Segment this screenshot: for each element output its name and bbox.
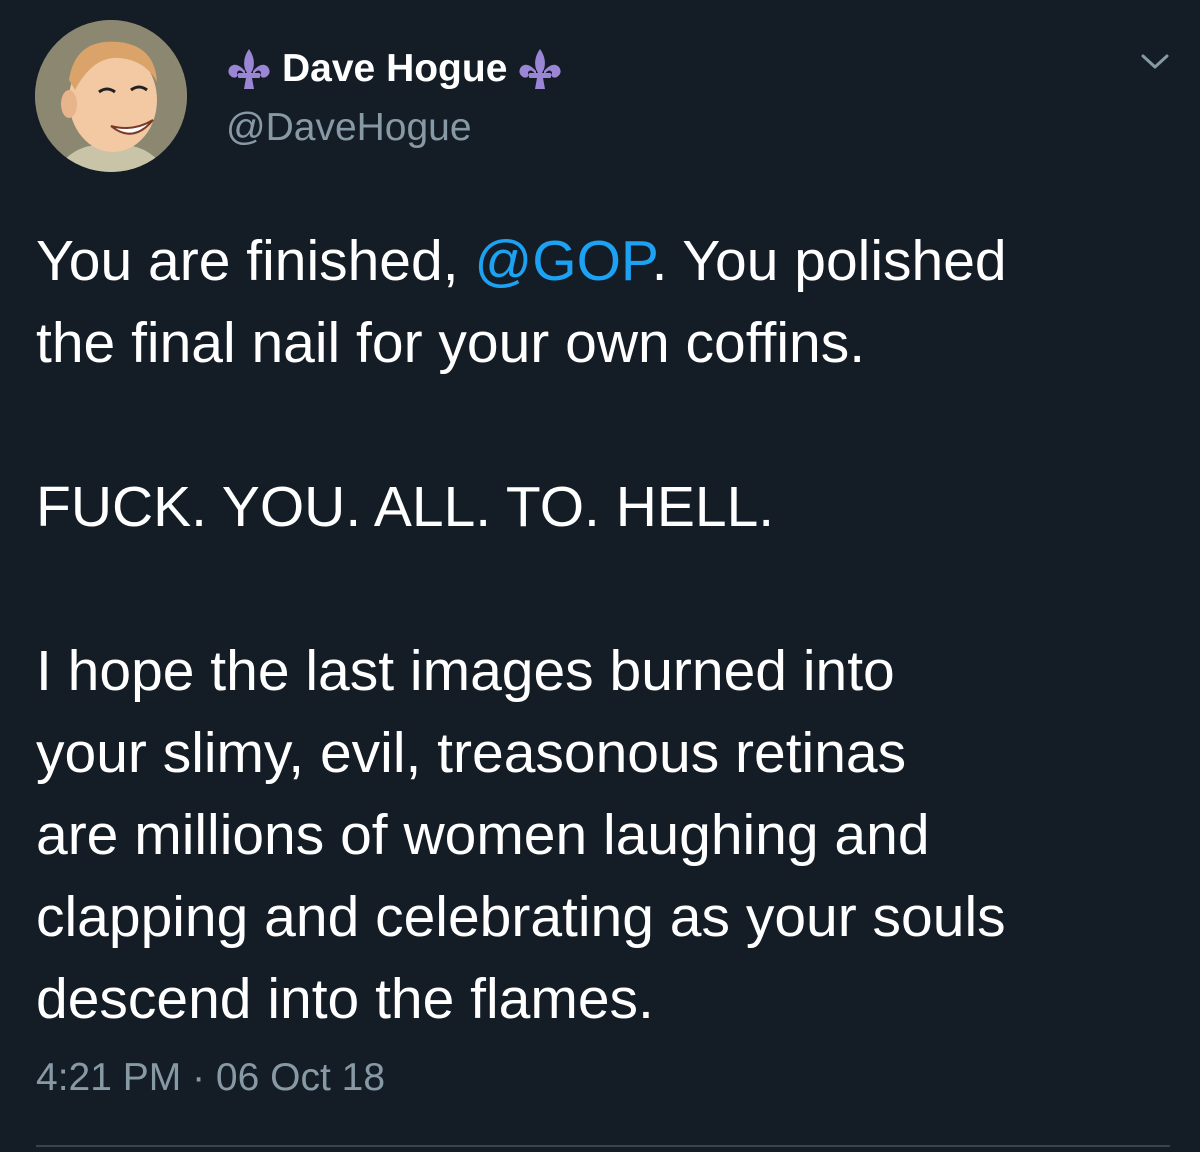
user-handle[interactable]: @DaveHogue (226, 106, 472, 150)
tweet-line: clapping and celebrating as your souls (36, 885, 1006, 949)
tweet-time: 4:21 PM (36, 1056, 182, 1099)
mention-link[interactable]: @GOP (474, 229, 651, 293)
tweet-date: 06 Oct 18 (215, 1056, 386, 1099)
fleur-de-lis-icon (517, 47, 563, 91)
avatar[interactable] (35, 20, 187, 172)
tweet-line: the final nail for your own coffins. (36, 311, 866, 375)
tweet-line: You are finished, @GOP. You polished (36, 220, 1176, 302)
tweet-line: your slimy, evil, treasonous retinas (36, 721, 907, 785)
tweet-timestamp[interactable]: 4:21 PM · 06 Oct 18 (36, 1056, 385, 1100)
tweet-line: are millions of women laughing and (36, 803, 930, 867)
divider (36, 1145, 1170, 1147)
tweet-text: You are finished, @GOP. You polished the… (36, 220, 1176, 1040)
tweet-line: descend into the flames. (36, 967, 654, 1031)
timestamp-separator: · (181, 1056, 216, 1099)
display-name[interactable]: Dave Hogue (282, 47, 507, 91)
chevron-down-icon[interactable] (1138, 50, 1172, 74)
tweet-line: FUCK. YOU. ALL. TO. HELL. (36, 475, 775, 539)
tweet-card: Dave Hogue @DaveHogue You are finished, … (0, 0, 1200, 1152)
fleur-de-lis-icon (226, 47, 272, 91)
tweet-line: I hope the last images burned into (36, 639, 895, 703)
tweet-text-segment: You are finished, (36, 229, 475, 293)
name-row[interactable]: Dave Hogue (226, 44, 563, 94)
tweet-text-segment: . You polished (651, 229, 1007, 293)
